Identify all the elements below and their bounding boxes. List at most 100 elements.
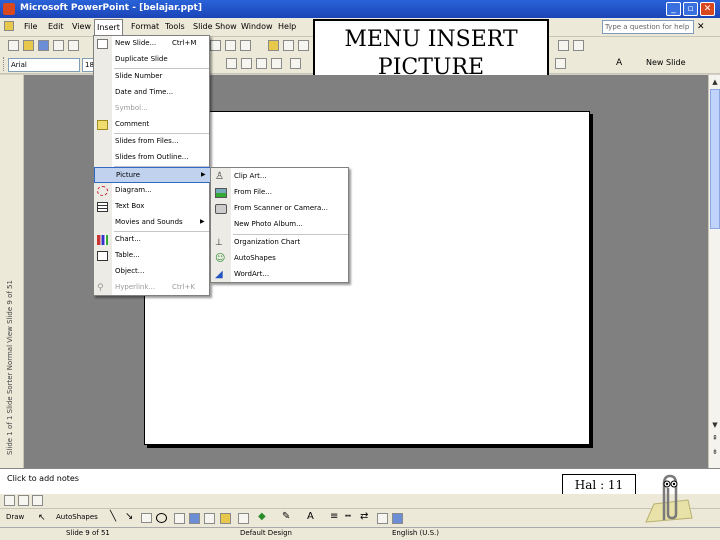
save-icon[interactable]	[38, 40, 49, 51]
zoom-icon[interactable]	[558, 40, 569, 51]
select-pointer-icon[interactable]: ↖	[38, 513, 46, 523]
window-title: Microsoft PowerPoint - [belajar.ppt]	[20, 3, 202, 13]
menu-item-hyperlink[interactable]: ⚲ Hyperlink... Ctrl+K	[94, 280, 211, 296]
menu-format[interactable]: Format	[129, 21, 161, 32]
cut-icon[interactable]	[210, 40, 221, 51]
submenu-item-clip-art[interactable]: ♙ Clip Art...	[211, 169, 350, 185]
3d-style-icon[interactable]	[392, 513, 403, 524]
toolbar-grip[interactable]	[3, 57, 6, 71]
draw-menu-button[interactable]: Draw	[6, 513, 24, 521]
menu-slide-show[interactable]: Slide Show	[191, 21, 239, 32]
menu-item-new-slide[interactable]: New Slide... Ctrl+M	[94, 36, 211, 52]
powerpoint-app-icon[interactable]	[3, 3, 15, 15]
menu-help[interactable]: Help	[276, 21, 298, 32]
document-close-icon[interactable]: ✕	[697, 22, 705, 32]
menu-item-picture[interactable]: Picture ▶	[94, 167, 211, 183]
menu-item-symbol[interactable]: Symbol...	[94, 101, 211, 117]
menu-item-date-and-time[interactable]: Date and Time...	[94, 85, 211, 101]
line-color-icon[interactable]: ✎	[282, 511, 290, 522]
submenu-item-from-file[interactable]: From File...	[211, 185, 350, 201]
line-style-icon[interactable]: ≡	[330, 511, 338, 522]
scroll-up-icon[interactable]: ▲	[710, 77, 720, 87]
previous-slide-icon[interactable]: ⇞	[710, 433, 720, 443]
rectangle-icon[interactable]	[141, 513, 152, 523]
submenu-item-label: New Photo Album...	[234, 220, 303, 228]
vertical-scrollbar[interactable]: ▲ ▼ ⇞ ⇟	[708, 75, 720, 468]
menu-tools[interactable]: Tools	[163, 21, 187, 32]
menu-item-text-box[interactable]: Text Box	[94, 199, 211, 215]
menu-item-slides-from-files[interactable]: Slides from Files...	[94, 134, 211, 150]
font-name-select[interactable]: Arial	[8, 58, 80, 72]
insert-picture-tool-icon[interactable]	[238, 513, 249, 524]
close-button[interactable]: ✕	[700, 2, 715, 16]
submenu-item-wordart[interactable]: ◢ WordArt...	[211, 267, 350, 283]
menu-file[interactable]: File	[22, 21, 39, 32]
menu-item-comment[interactable]: Comment	[94, 117, 211, 133]
menu-item-slide-number[interactable]: Slide Number	[94, 69, 211, 85]
menu-window[interactable]: Window	[239, 21, 275, 32]
dash-style-icon[interactable]: ┅	[345, 511, 351, 522]
menu-item-shortcut: Ctrl+K	[172, 283, 195, 291]
redo-icon[interactable]	[240, 40, 251, 51]
fill-color-icon[interactable]: ◆	[258, 511, 266, 522]
document-icon[interactable]	[4, 21, 14, 31]
scroll-thumb[interactable]	[710, 89, 720, 229]
status-design: Default Design	[240, 529, 292, 537]
insert-table-icon[interactable]	[283, 40, 294, 51]
menu-item-duplicate-slide[interactable]: Duplicate Slide	[94, 52, 211, 68]
line-icon[interactable]: ╲	[110, 511, 116, 522]
undo-icon[interactable]	[225, 40, 236, 51]
help-question-input[interactable]: Type a question for help	[602, 20, 694, 34]
submenu-arrow-icon: ▶	[201, 171, 206, 178]
menu-item-diagram[interactable]: Diagram...	[94, 183, 211, 199]
bold-icon[interactable]	[226, 58, 237, 69]
print-icon[interactable]	[68, 40, 79, 51]
menu-item-chart[interactable]: Chart...	[94, 232, 211, 248]
submenu-item-new-photo-album[interactable]: New Photo Album...	[211, 217, 350, 233]
minimize-button[interactable]: _	[666, 2, 681, 16]
insert-chart-icon[interactable]	[268, 40, 279, 51]
menu-edit[interactable]: Edit	[46, 21, 66, 32]
shadow-icon[interactable]	[271, 58, 282, 69]
menu-view[interactable]: View	[70, 21, 93, 32]
drawing-toolbar: Draw ↖ AutoShapes ╲ ↘ ◆ ✎ A ≡ ┅ ⇄	[0, 508, 720, 527]
font-color-icon[interactable]	[555, 58, 566, 69]
font-color-tool-icon[interactable]: A	[307, 511, 314, 522]
open-icon[interactable]	[23, 40, 34, 51]
normal-view-icon[interactable]	[4, 495, 15, 506]
menu-item-table[interactable]: Table...	[94, 248, 211, 264]
font-color-a-icon[interactable]: A	[616, 58, 622, 68]
arrow-icon[interactable]: ↘	[125, 511, 133, 522]
underline-icon[interactable]	[256, 58, 267, 69]
align-left-icon[interactable]	[290, 58, 301, 69]
submenu-item-organization-chart[interactable]: ⊥ Organization Chart	[211, 235, 350, 251]
clip-art-tool-icon[interactable]	[220, 513, 231, 524]
from-file-icon	[215, 188, 227, 198]
autoshapes-menu-button[interactable]: AutoShapes	[56, 513, 98, 521]
menu-item-slides-from-outline[interactable]: Slides from Outline...	[94, 150, 211, 166]
diagram-tool-icon[interactable]	[204, 513, 215, 524]
shadow-style-icon[interactable]	[377, 513, 388, 524]
slide-show-view-icon[interactable]	[32, 495, 43, 506]
email-icon[interactable]	[53, 40, 64, 51]
wordart-tool-icon[interactable]	[189, 513, 200, 524]
submenu-item-autoshapes[interactable]: ☺ AutoShapes	[211, 251, 350, 267]
help-icon[interactable]	[573, 40, 584, 51]
menu-item-label: Symbol...	[115, 104, 148, 112]
new-icon[interactable]	[8, 40, 19, 51]
new-slide-button[interactable]: New Slide	[646, 58, 686, 67]
arrow-style-icon[interactable]: ⇄	[360, 511, 368, 522]
submenu-item-from-scanner[interactable]: From Scanner or Camera...	[211, 201, 350, 217]
slide-sorter-view-icon[interactable]	[18, 495, 29, 506]
restore-button[interactable]: ▫	[683, 2, 698, 16]
next-slide-icon[interactable]: ⇟	[710, 447, 720, 457]
office-assistant-clippy-icon[interactable]	[642, 470, 696, 528]
menu-item-object[interactable]: Object...	[94, 264, 211, 280]
scroll-down-icon[interactable]: ▼	[710, 420, 720, 430]
italic-icon[interactable]	[241, 58, 252, 69]
text-box-tool-icon[interactable]	[174, 513, 185, 524]
menu-item-movies-and-sounds[interactable]: Movies and Sounds ▶	[94, 215, 211, 231]
tables-borders-icon[interactable]	[298, 40, 309, 51]
submenu-item-label: From Scanner or Camera...	[234, 204, 328, 212]
oval-icon[interactable]	[156, 513, 167, 523]
